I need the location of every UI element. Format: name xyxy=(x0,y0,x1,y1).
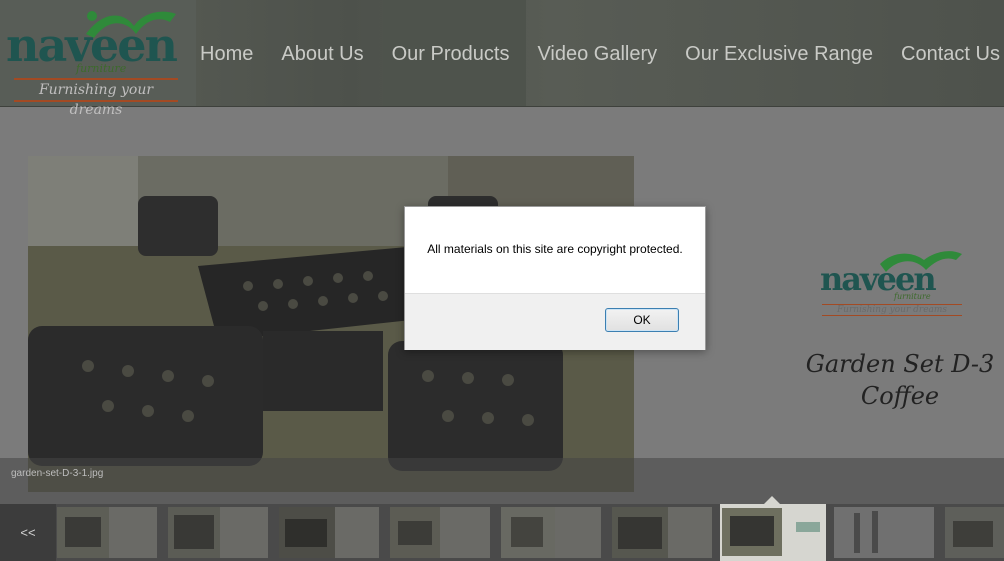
ok-button[interactable]: OK xyxy=(605,308,679,332)
alert-message: All materials on this site are copyright… xyxy=(427,242,683,256)
alert-dialog: All materials on this site are copyright… xyxy=(404,206,706,350)
alert-footer: OK xyxy=(405,293,705,350)
